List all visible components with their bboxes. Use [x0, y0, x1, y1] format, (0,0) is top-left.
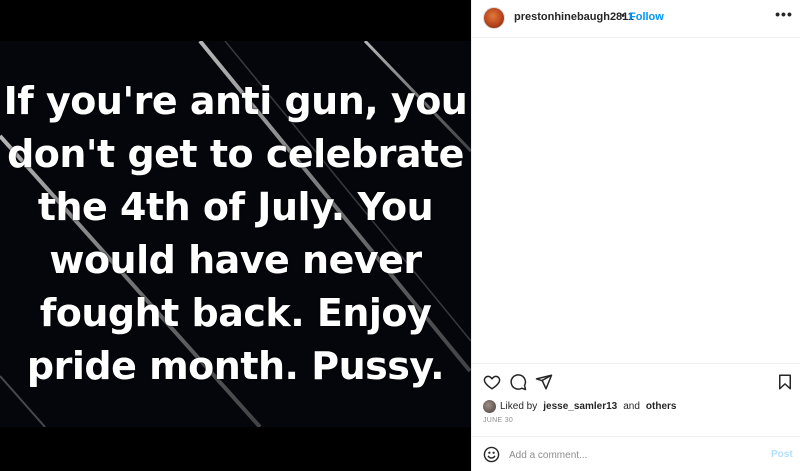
likes-others-link[interactable]: others: [646, 401, 677, 412]
more-options-icon[interactable]: •••: [774, 6, 794, 28]
smiley-icon[interactable]: [483, 446, 500, 463]
meme-image: If you're anti gun, you don't get to cel…: [0, 41, 471, 427]
comment-input[interactable]: [509, 445, 759, 465]
follow-button[interactable]: Follow: [629, 11, 664, 23]
liker-username[interactable]: jesse_samler13: [543, 401, 617, 412]
comment-icon[interactable]: [509, 373, 527, 391]
post-details-panel: prestonhinebaugh2811 • Follow ••• Liked …: [471, 0, 800, 471]
paper-plane-icon[interactable]: [535, 373, 553, 391]
comment-bar: Post: [472, 436, 800, 471]
post-header: prestonhinebaugh2811 • Follow •••: [472, 0, 800, 38]
author-username[interactable]: prestonhinebaugh2811: [514, 11, 634, 23]
post-comment-button[interactable]: Post: [771, 449, 793, 460]
heart-icon[interactable]: [483, 373, 501, 391]
separator-dot: •: [621, 10, 625, 22]
action-bar: [472, 363, 800, 398]
author-avatar[interactable]: [483, 7, 505, 29]
meme-caption-text: If you're anti gun, you don't get to cel…: [3, 79, 468, 388]
liker-avatar[interactable]: [483, 399, 496, 413]
likes-prefix: Liked by: [500, 400, 538, 412]
post-date[interactable]: JUNE 30: [483, 417, 513, 424]
bookmark-icon[interactable]: [776, 373, 794, 391]
likes-summary: Liked by jesse_samler13 and others: [483, 399, 676, 413]
post-media[interactable]: If you're anti gun, you don't get to cel…: [0, 0, 471, 471]
likes-joiner: and: [623, 400, 640, 412]
